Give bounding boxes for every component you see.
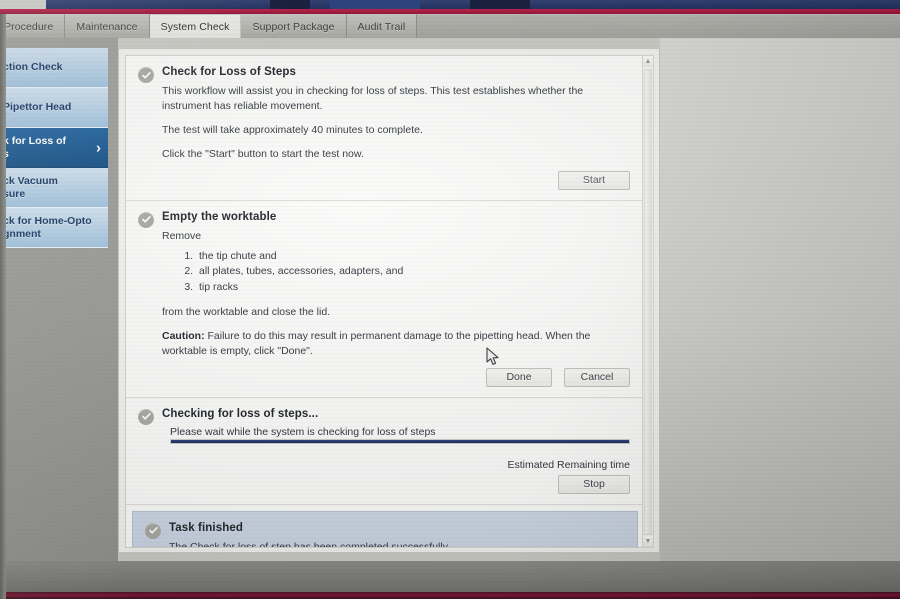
step-lead-text: Remove: [162, 229, 202, 242]
title-strip-block-a: [270, 0, 310, 9]
button-label: Done: [506, 371, 532, 384]
tab-procedure[interactable]: Procedure: [0, 14, 66, 38]
tab-support-package[interactable]: Support Package: [241, 14, 347, 38]
scroll-down-arrow-icon[interactable]: ▼: [643, 536, 653, 547]
screen: Procedure Maintenance System Check Suppo…: [0, 0, 900, 599]
tab-label: Support Package: [252, 20, 335, 33]
sidebar-item-check-for-loss-of-steps[interactable]: k for Loss of s ›: [0, 128, 108, 168]
button-label: Start: [582, 174, 606, 187]
tab-system-check[interactable]: System Check: [149, 14, 242, 38]
bottom-accent-rule: [0, 592, 900, 599]
estimated-remaining-time-label: Estimated Remaining time: [507, 458, 630, 471]
title-strip-block-c: [470, 0, 530, 9]
scrollbar-thumb[interactable]: [644, 69, 652, 535]
step-title: Check for Loss of Steps: [162, 66, 296, 78]
scroll-up-arrow-icon[interactable]: ▲: [643, 56, 653, 67]
stop-button[interactable]: Stop: [558, 474, 630, 494]
step-after-list-text: from the worktable and close the lid.: [162, 306, 331, 319]
vertical-scrollbar[interactable]: ▲ ▼: [642, 55, 654, 548]
list-item: all plates, tubes, accessories, adapters…: [196, 264, 630, 280]
tab-bar: Procedure Maintenance System Check Suppo…: [0, 14, 900, 38]
step-paragraph: The Check for loss of step has been comp…: [169, 540, 448, 548]
sidebar-item-label: Pipettor Head: [3, 101, 72, 114]
chevron-right-icon: ›: [96, 139, 101, 156]
caution-body: Failure to do this may result in permane…: [162, 330, 591, 357]
removal-list: the tip chute and all plates, tubes, acc…: [196, 249, 630, 296]
sidebar-item-label: ck for Home-Opto gnment: [3, 215, 92, 240]
caution-label: Caution:: [162, 330, 205, 343]
check-circle-icon: [138, 211, 154, 228]
check-circle-icon: [138, 67, 154, 83]
application-body: ction Check Pipettor Head k for Loss of …: [0, 38, 900, 561]
tab-bar-filler: [417, 14, 900, 38]
tab-label: Procedure: [4, 20, 54, 33]
step-card-check-for-loss-of-steps: Check for Loss of Steps This workflow wi…: [126, 56, 644, 201]
sidebar-item-label: k for Loss of s: [3, 135, 67, 159]
done-button[interactable]: Done: [486, 367, 552, 387]
sidebar-item-pipettor-head[interactable]: Pipettor Head: [0, 88, 108, 128]
sidebar-item-label: ck Vacuum sure: [3, 175, 58, 200]
step-title: Task finished: [169, 521, 243, 534]
sidebar-item-label: ction Check: [3, 61, 63, 74]
button-label: Cancel: [580, 371, 614, 384]
cancel-button[interactable]: Cancel: [564, 367, 630, 387]
progress-bar-fill: [171, 439, 629, 443]
tab-audit-trail[interactable]: Audit Trail: [346, 14, 418, 38]
check-circle-icon: [145, 522, 161, 539]
right-gutter: [660, 38, 900, 561]
step-paragraph: The test will take approximately 40 minu…: [162, 123, 423, 136]
button-label: Stop: [583, 478, 605, 491]
tab-label: Audit Trail: [357, 20, 406, 33]
sidebar-nav: ction Check Pipettor Head k for Loss of …: [0, 48, 108, 248]
tab-label: Maintenance: [76, 20, 138, 33]
step-card-empty-the-worktable: Empty the worktable Remove the tip chute…: [126, 200, 644, 398]
tab-label: System Check: [160, 20, 230, 33]
sidebar-item-injection-check[interactable]: ction Check: [0, 48, 108, 88]
step-title: Empty the worktable: [162, 210, 277, 223]
step-paragraph: This workflow will assist you in checkin…: [162, 85, 584, 112]
check-circle-icon: [138, 408, 154, 425]
step-paragraph: Click the "Start" button to start the te…: [162, 147, 364, 160]
progress-label: Please wait while the system is checking…: [170, 425, 436, 438]
step-card-task-finished: Task finished The Check for loss of step…: [132, 510, 638, 548]
progress-area: Please wait while the system is checking…: [170, 426, 630, 444]
bottom-bezel: [0, 561, 900, 594]
left-bezel: [0, 14, 6, 599]
step-card-checking-for-loss-of-steps: Checking for loss of steps... Please wai…: [126, 397, 644, 505]
list-item: tip racks: [196, 280, 630, 296]
sidebar-item-check-vacuum-pressure[interactable]: ck Vacuum sure: [0, 168, 108, 208]
window-title-strip: [0, 0, 900, 9]
workflow-scroll-region[interactable]: Check for Loss of Steps This workflow wi…: [125, 55, 645, 548]
list-item: the tip chute and: [196, 249, 630, 265]
step-title: Checking for loss of steps...: [162, 407, 319, 420]
title-strip-left-block: [0, 0, 46, 9]
title-strip-block-b: [330, 0, 420, 9]
sidebar-item-check-home-opto-alignment[interactable]: ck for Home-Opto gnment: [0, 208, 108, 248]
progress-bar: [170, 438, 630, 444]
start-button[interactable]: Start: [558, 170, 630, 190]
workflow-panel: Check for Loss of Steps This workflow wi…: [118, 48, 660, 553]
tab-maintenance[interactable]: Maintenance: [65, 14, 150, 38]
caution-text: Caution: Failure to do this may result i…: [162, 329, 630, 359]
